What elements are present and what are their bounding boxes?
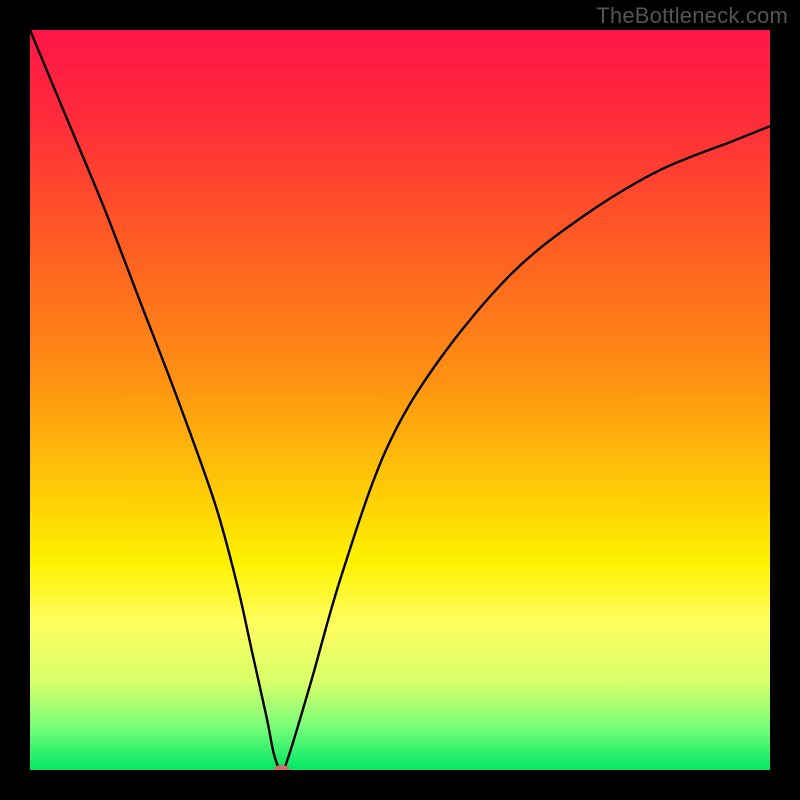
chart-frame: TheBottleneck.com [0, 0, 800, 800]
bottleneck-chart [30, 30, 770, 770]
watermark-text: TheBottleneck.com [596, 3, 788, 29]
gradient-background [30, 30, 770, 770]
plot-area [30, 30, 770, 770]
